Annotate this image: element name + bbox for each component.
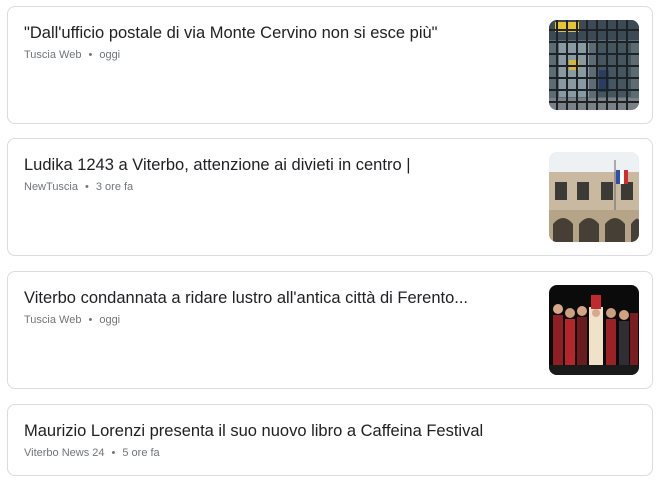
article-time: oggi [99,314,121,326]
news-card[interactable]: Viterbo condannata a ridare lustro all'a… [7,271,653,389]
article-meta: Tuscia Web • oggi [24,48,120,62]
article-headline[interactable]: Viterbo condannata a ridare lustro all'a… [24,288,524,308]
news-card[interactable]: "Dall'ufficio postale di via Monte Cervi… [7,6,653,124]
news-card[interactable]: Maurizio Lorenzi presenta il suo nuovo l… [7,404,653,476]
article-time: 5 ore fa [122,447,160,459]
meta-separator: • [111,447,116,459]
article-headline[interactable]: Maurizio Lorenzi presenta il suo nuovo l… [24,421,524,441]
article-thumbnail[interactable] [549,20,639,110]
article-thumbnail[interactable] [549,152,639,242]
article-headline[interactable]: "Dall'ufficio postale di via Monte Cervi… [24,23,524,43]
news-feed: "Dall'ufficio postale di via Monte Cervi… [0,0,663,485]
article-source: Viterbo News 24 [24,447,105,459]
article-headline[interactable]: Ludika 1243 a Viterbo, attenzione ai div… [24,155,524,175]
article-meta: Tuscia Web • oggi [24,313,120,327]
article-meta: NewTuscia • 3 ore fa [24,180,133,194]
article-source: NewTuscia [24,181,78,193]
article-source: Tuscia Web [24,314,82,326]
meta-separator: • [88,49,93,61]
article-source: Tuscia Web [24,49,82,61]
meta-separator: • [85,181,89,193]
news-card[interactable]: Ludika 1243 a Viterbo, attenzione ai div… [7,138,653,256]
article-thumbnail[interactable] [549,285,639,375]
article-meta: Viterbo News 24 • 5 ore fa [24,446,160,460]
article-time: oggi [99,49,121,61]
meta-separator: • [88,314,93,326]
article-time: 3 ore fa [95,181,134,193]
